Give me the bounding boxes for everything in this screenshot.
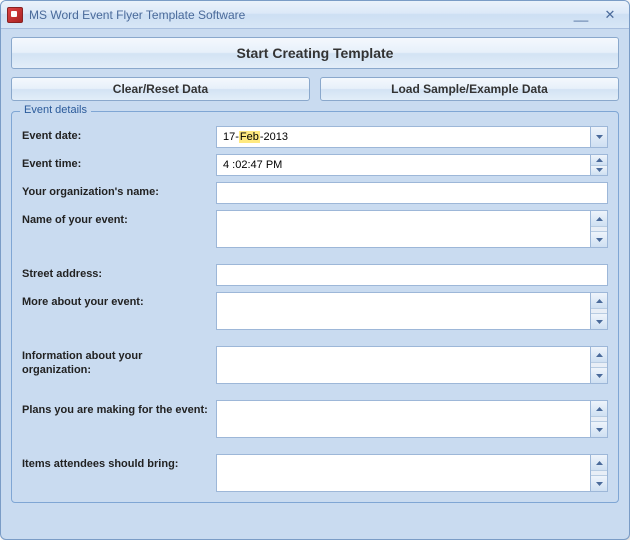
event-time-field[interactable]: 4 :02:47 PM [216, 154, 608, 176]
chevron-up-icon [596, 158, 603, 162]
chevron-up-icon [596, 461, 603, 465]
org-name-input[interactable] [216, 182, 608, 204]
scrollbar[interactable] [590, 346, 608, 384]
scrollbar[interactable] [590, 454, 608, 492]
button-row: Clear/Reset Data Load Sample/Example Dat… [11, 77, 619, 101]
date-dropdown-button[interactable] [590, 126, 608, 148]
app-window: MS Word Event Flyer Template Software __… [0, 0, 630, 540]
chevron-up-icon [596, 407, 603, 411]
info-org-field [216, 346, 608, 384]
label-event-name: Name of your event: [22, 210, 210, 227]
chevron-up-icon [596, 353, 603, 357]
time-spin-up[interactable] [591, 155, 607, 166]
info-org-input[interactable] [216, 346, 590, 384]
scroll-down[interactable] [591, 475, 607, 491]
plans-field [216, 400, 608, 438]
event-date-value[interactable]: 17-Feb-2013 [216, 126, 590, 148]
scroll-up[interactable] [591, 455, 607, 471]
scroll-up[interactable] [591, 347, 607, 363]
scroll-down[interactable] [591, 421, 607, 437]
label-event-date: Event date: [22, 126, 210, 143]
plans-input[interactable] [216, 400, 590, 438]
label-info-org: Information about your organization: [22, 346, 210, 378]
chevron-down-icon [596, 168, 603, 172]
label-more: More about your event: [22, 292, 210, 309]
scrollbar[interactable] [590, 210, 608, 248]
load-sample-button[interactable]: Load Sample/Example Data [320, 77, 619, 101]
label-org-name: Your organization's name: [22, 182, 210, 199]
time-spin-down[interactable] [591, 166, 607, 176]
window-title: MS Word Event Flyer Template Software [29, 8, 565, 22]
time-spinner [590, 154, 608, 176]
scrollbar[interactable] [590, 292, 608, 330]
street-input[interactable] [216, 264, 608, 286]
more-input[interactable] [216, 292, 590, 330]
scroll-down[interactable] [591, 313, 607, 329]
chevron-down-icon [596, 320, 603, 324]
chevron-up-icon [596, 299, 603, 303]
items-input[interactable] [216, 454, 590, 492]
event-details-group: Event details Event date: 17-Feb-2013 [11, 111, 619, 503]
label-street: Street address: [22, 264, 210, 281]
chevron-down-icon [596, 374, 603, 378]
chevron-down-icon [596, 482, 603, 486]
client-area: Start Creating Template Clear/Reset Data… [1, 29, 629, 511]
scroll-up[interactable] [591, 211, 607, 227]
start-creating-button[interactable]: Start Creating Template [11, 37, 619, 69]
row-more: More about your event: [22, 292, 608, 340]
chevron-down-icon [596, 238, 603, 242]
row-items: Items attendees should bring: [22, 454, 608, 492]
row-org-name: Your organization's name: [22, 182, 608, 204]
minimize-button[interactable]: __ [568, 7, 594, 23]
chevron-up-icon [596, 217, 603, 221]
row-event-name: Name of your event: [22, 210, 608, 258]
event-name-input[interactable] [216, 210, 590, 248]
close-button[interactable]: ✕ [597, 7, 623, 23]
scroll-up[interactable] [591, 293, 607, 309]
event-date-field[interactable]: 17-Feb-2013 [216, 126, 608, 148]
scroll-down[interactable] [591, 231, 607, 247]
row-event-time: Event time: 4 :02:47 PM [22, 154, 608, 176]
event-name-field [216, 210, 608, 248]
event-time-value[interactable]: 4 :02:47 PM [216, 154, 590, 176]
row-plans: Plans you are making for the event: [22, 400, 608, 448]
label-event-time: Event time: [22, 154, 210, 171]
titlebar: MS Word Event Flyer Template Software __… [1, 1, 629, 29]
scroll-up[interactable] [591, 401, 607, 417]
label-items: Items attendees should bring: [22, 454, 210, 471]
label-plans: Plans you are making for the event: [22, 400, 210, 417]
row-street: Street address: [22, 264, 608, 286]
clear-reset-button[interactable]: Clear/Reset Data [11, 77, 310, 101]
more-field [216, 292, 608, 330]
group-legend: Event details [20, 104, 91, 116]
scrollbar[interactable] [590, 400, 608, 438]
items-field [216, 454, 608, 492]
chevron-down-icon [596, 135, 603, 139]
row-info-org: Information about your organization: [22, 346, 608, 394]
scroll-down[interactable] [591, 367, 607, 383]
app-icon [7, 7, 23, 23]
chevron-down-icon [596, 428, 603, 432]
row-event-date: Event date: 17-Feb-2013 [22, 126, 608, 148]
